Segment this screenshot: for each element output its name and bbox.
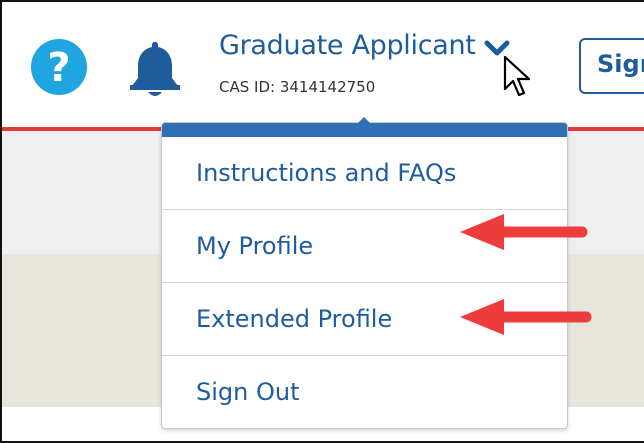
user-dropdown-menu: Instructions and FAQs My Profile Extende…: [161, 122, 568, 429]
bell-icon[interactable]: [126, 38, 184, 100]
svg-text:?: ?: [47, 45, 70, 91]
cas-id: CAS ID: 3414142750: [219, 78, 376, 96]
menu-item-instructions-faqs[interactable]: Instructions and FAQs: [162, 137, 567, 210]
user-name-menu[interactable]: Graduate Applicant: [219, 30, 476, 61]
menu-item-sign-out[interactable]: Sign Out: [162, 356, 567, 428]
dropdown-caret: [352, 114, 376, 129]
annotation-arrow-icon: [458, 297, 598, 337]
mouse-cursor-icon: [502, 55, 534, 99]
help-icon[interactable]: ?: [30, 38, 88, 96]
sign-in-button[interactable]: Sign: [579, 38, 644, 94]
annotation-arrow-icon: [458, 212, 598, 252]
top-header: [2, 2, 644, 129]
